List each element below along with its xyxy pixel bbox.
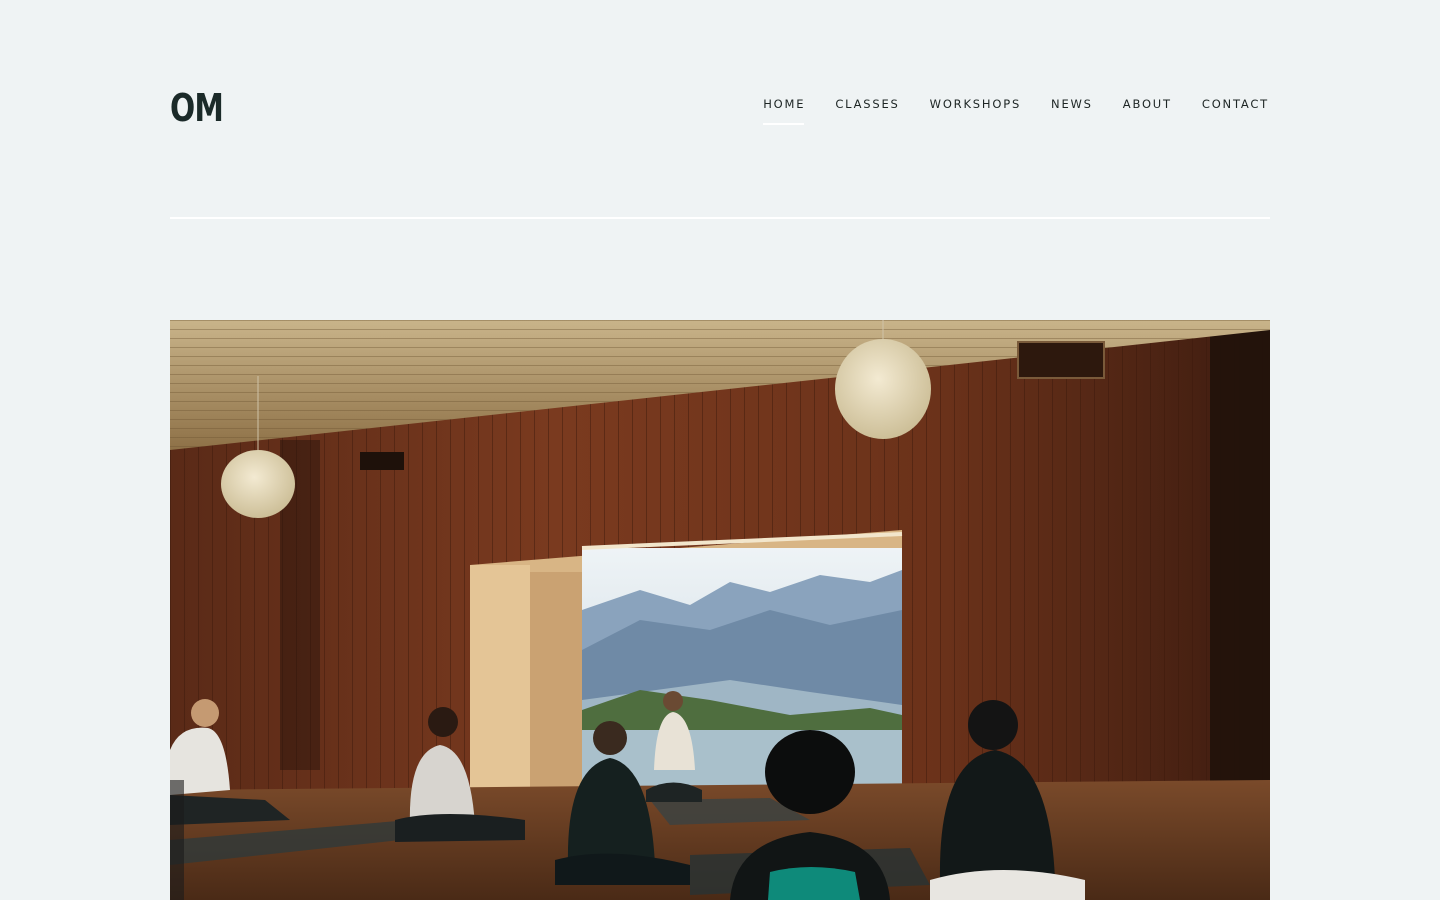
header-divider [170, 217, 1270, 219]
hero-image [170, 320, 1270, 900]
nav-item-news[interactable]: NEWS [1051, 95, 1093, 113]
nav-item-classes[interactable]: CLASSES [835, 95, 899, 113]
nav-item-home[interactable]: HOME [763, 95, 805, 125]
nav-item-workshops[interactable]: WORKSHOPS [930, 95, 1021, 113]
page: OM HOME CLASSES WORKSHOPS NEWS ABOUT CON… [0, 0, 1440, 900]
main-nav: HOME CLASSES WORKSHOPS NEWS ABOUT CONTAC… [763, 95, 1269, 125]
nav-item-contact[interactable]: CONTACT [1202, 95, 1269, 113]
nav-item-about[interactable]: ABOUT [1123, 95, 1172, 113]
site-logo[interactable]: OM [170, 86, 224, 130]
